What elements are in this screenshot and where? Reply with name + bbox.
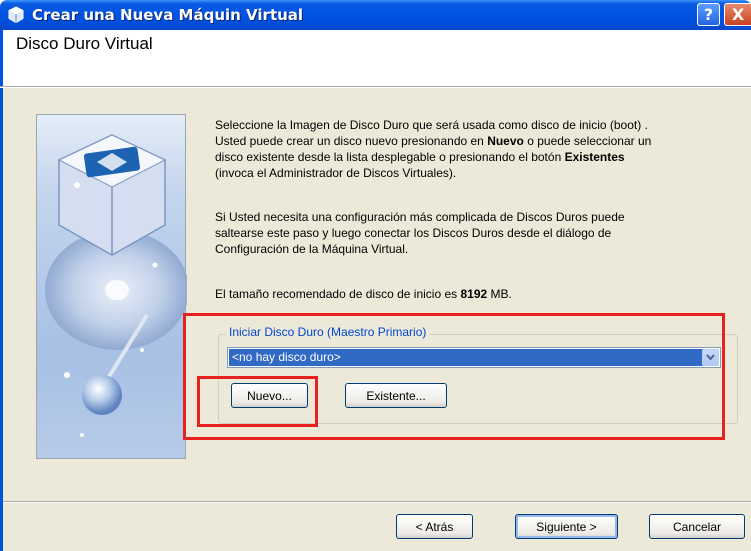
size-text: El tamaño recomendado de disco de inicio… xyxy=(215,287,461,301)
intro-line: Seleccione la Imagen de Disco Duro que s… xyxy=(215,118,648,132)
intro-line: (invoca el Administrador de Discos Virtu… xyxy=(215,166,457,180)
intro-line: disco existente desde la lista desplegab… xyxy=(215,149,745,165)
size-value: 8192 xyxy=(460,287,488,301)
close-button[interactable]: X xyxy=(724,3,751,26)
title-bar[interactable]: Crear una Nueva Máquin Virtual ? X xyxy=(0,0,751,30)
intro-bold-existentes: Existentes xyxy=(564,150,625,164)
window-title: Crear una Nueva Máquin Virtual xyxy=(32,6,304,24)
page-title: Disco Duro Virtual xyxy=(16,34,153,53)
intro-text: Usted puede crear un disco nuevo presion… xyxy=(215,134,488,148)
next-button[interactable]: Siguiente > xyxy=(515,514,618,539)
close-icon: X xyxy=(731,5,745,24)
advanced-line: Configuración de la Máquina Virtual. xyxy=(215,242,409,256)
intro-text: disco existente desde la lista desplegab… xyxy=(215,150,565,164)
intro-line: Usted puede crear un disco nuevo presion… xyxy=(215,133,745,149)
advanced-paragraph: Si Usted necesita una configuración más … xyxy=(215,209,745,257)
intro-paragraph: Seleccione la Imagen de Disco Duro que s… xyxy=(215,117,745,181)
wizard-art-graphic xyxy=(45,134,189,437)
recommended-size-text: El tamaño recomendado de disco de inicio… xyxy=(215,286,745,302)
size-unit: MB. xyxy=(487,287,512,301)
help-icon: ? xyxy=(703,5,714,24)
advanced-line: saltearse este paso y luego conectar los… xyxy=(215,226,612,240)
intro-text: o puede seleccionar un xyxy=(523,134,652,148)
highlight-box-new-button xyxy=(197,376,318,427)
virtualbox-wizard-image xyxy=(36,114,189,459)
virtualbox-icon xyxy=(8,6,24,24)
back-button[interactable]: < Atrás xyxy=(396,514,473,539)
help-button[interactable]: ? xyxy=(697,3,720,26)
footer-divider xyxy=(3,501,751,503)
advanced-line: Si Usted necesita una configuración más … xyxy=(215,210,625,224)
cancel-button[interactable]: Cancelar xyxy=(649,514,745,539)
intro-bold-nuevo: Nuevo xyxy=(487,134,524,148)
